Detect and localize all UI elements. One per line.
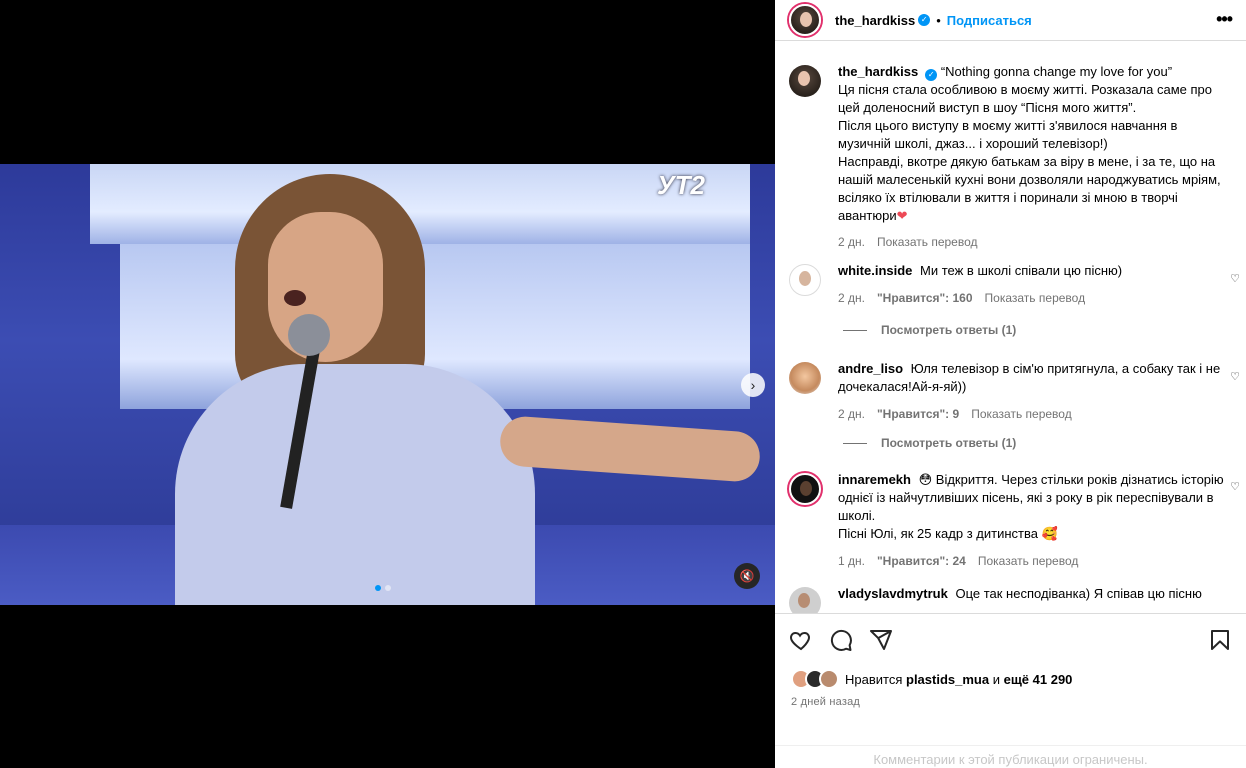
- likes-prefix: Нравится: [845, 671, 903, 687]
- carousel-dots: [375, 585, 391, 591]
- verified-icon: ✓: [918, 14, 931, 26]
- comment-item: andre_liso Юля телевізор в сім'ю притягн…: [789, 360, 1229, 423]
- comment-username[interactable]: andre_liso: [838, 361, 903, 376]
- verified-icon: ✓: [925, 69, 938, 81]
- bookmark-icon[interactable]: [1208, 628, 1232, 652]
- comment-avatar[interactable]: [789, 473, 821, 505]
- comments-list[interactable]: the_hardkiss ✓ “Nothing gonna change my l…: [775, 41, 1246, 613]
- view-replies-label: Посмотреть ответы (1): [881, 436, 1017, 450]
- microphone: [288, 314, 330, 356]
- comment-username[interactable]: white.inside: [838, 263, 912, 278]
- view-replies-button[interactable]: Посмотреть ответы (1): [843, 323, 1016, 337]
- video-frame[interactable]: УТ2: [0, 164, 775, 605]
- singer-dress: [175, 364, 535, 605]
- comment-icon[interactable]: [829, 628, 853, 652]
- author-avatar[interactable]: [789, 4, 821, 36]
- comment-item: vladyslavdmytruk Оце так несподіванка) Я…: [789, 585, 1229, 613]
- liker-avatar[interactable]: [819, 669, 839, 689]
- caption-first-line: “Nothing gonna change my love for you”: [940, 64, 1173, 79]
- comment-translate-button[interactable]: Показать перевод: [978, 552, 1079, 570]
- singer-arm: [498, 414, 762, 484]
- comment-likes[interactable]: "Нравится": 9: [877, 405, 959, 423]
- caption-avatar[interactable]: [789, 65, 821, 97]
- more-options-icon[interactable]: •••: [1216, 9, 1233, 30]
- likes-count[interactable]: ещё 41 290: [1004, 672, 1073, 687]
- heart-icon[interactable]: [789, 628, 813, 652]
- likes-conjunction: и: [992, 671, 1000, 687]
- comment-time[interactable]: 2 дн.: [838, 289, 865, 307]
- post-actions: Нравится plastids_mua и ещё 41 290 2 дне…: [775, 613, 1246, 768]
- comment-avatar[interactable]: [789, 264, 821, 296]
- view-replies-label: Посмотреть ответы (1): [881, 323, 1017, 337]
- comment-translate-button[interactable]: Показать перевод: [971, 405, 1072, 423]
- comment-like-heart-icon[interactable]: ♡: [1230, 480, 1240, 493]
- comment-time[interactable]: 1 дн.: [838, 552, 865, 570]
- post-time[interactable]: 2 дней назад: [791, 696, 860, 708]
- likes-summary: Нравится plastids_mua и ещё 41 290: [791, 669, 1072, 689]
- caption: the_hardkiss ✓ “Nothing gonna change my l…: [789, 63, 1229, 251]
- next-slide-button[interactable]: ›: [741, 373, 765, 397]
- follow-button[interactable]: Подписаться: [947, 13, 1032, 28]
- caption-translate-button[interactable]: Показать перевод: [877, 233, 978, 251]
- caption-username[interactable]: the_hardkiss: [838, 64, 918, 79]
- comment-like-heart-icon[interactable]: ♡: [1230, 272, 1240, 285]
- backdrop-screen: [90, 164, 750, 244]
- comment-text: Ми теж в школі співали цю пісню): [920, 263, 1123, 278]
- comment-translate-button[interactable]: Показать перевод: [985, 289, 1086, 307]
- comment-item: white.inside Ми теж в школі співали цю п…: [789, 262, 1229, 307]
- comments-limited-text: Комментарии к этой публикации ограничены…: [873, 752, 1148, 767]
- heart-emoji: ❤: [896, 208, 908, 223]
- comment-username[interactable]: vladyslavdmytruk: [838, 586, 948, 601]
- comment-likes[interactable]: "Нравится": 160: [877, 289, 973, 307]
- view-replies-button[interactable]: Посмотреть ответы (1): [843, 436, 1016, 450]
- comment-likes[interactable]: "Нравится": 24: [877, 552, 966, 570]
- liker-username[interactable]: plastids_mua: [906, 672, 989, 687]
- caption-time[interactable]: 2 дн.: [838, 233, 865, 251]
- channel-logo: УТ2: [657, 170, 705, 200]
- comment-text: Оце так несподіванка) Я співав цю пісню: [955, 586, 1202, 601]
- header-separator: •: [936, 12, 941, 28]
- share-icon[interactable]: [869, 628, 893, 652]
- post-header: the_hardkiss ✓ • Подписаться •••: [775, 0, 1246, 41]
- mute-button[interactable]: 🔇: [734, 563, 760, 589]
- post-panel: the_hardkiss ✓ • Подписаться ••• the_har…: [775, 0, 1246, 768]
- comments-limited-notice: Комментарии к этой публикации ограничены…: [775, 745, 1246, 767]
- comment-item: innaremekh 😳 Відкриття. Через стільки ро…: [789, 471, 1229, 570]
- comment-time[interactable]: 2 дн.: [838, 405, 865, 423]
- comment-avatar[interactable]: [789, 587, 821, 613]
- author-username[interactable]: the_hardkiss: [835, 13, 915, 28]
- carousel-dot-active: [375, 585, 381, 591]
- comment-username[interactable]: innaremekh: [838, 472, 911, 487]
- caption-text: Ця пісня стала особливою в моєму житті. …: [838, 82, 1221, 223]
- singer-mouth: [284, 290, 306, 306]
- carousel-dot: [385, 585, 391, 591]
- media-viewer: УТ2 › 🔇: [0, 0, 775, 768]
- comment-like-heart-icon[interactable]: ♡: [1230, 370, 1240, 383]
- comment-avatar[interactable]: [789, 362, 821, 394]
- speaker-muted-icon: 🔇: [739, 569, 755, 583]
